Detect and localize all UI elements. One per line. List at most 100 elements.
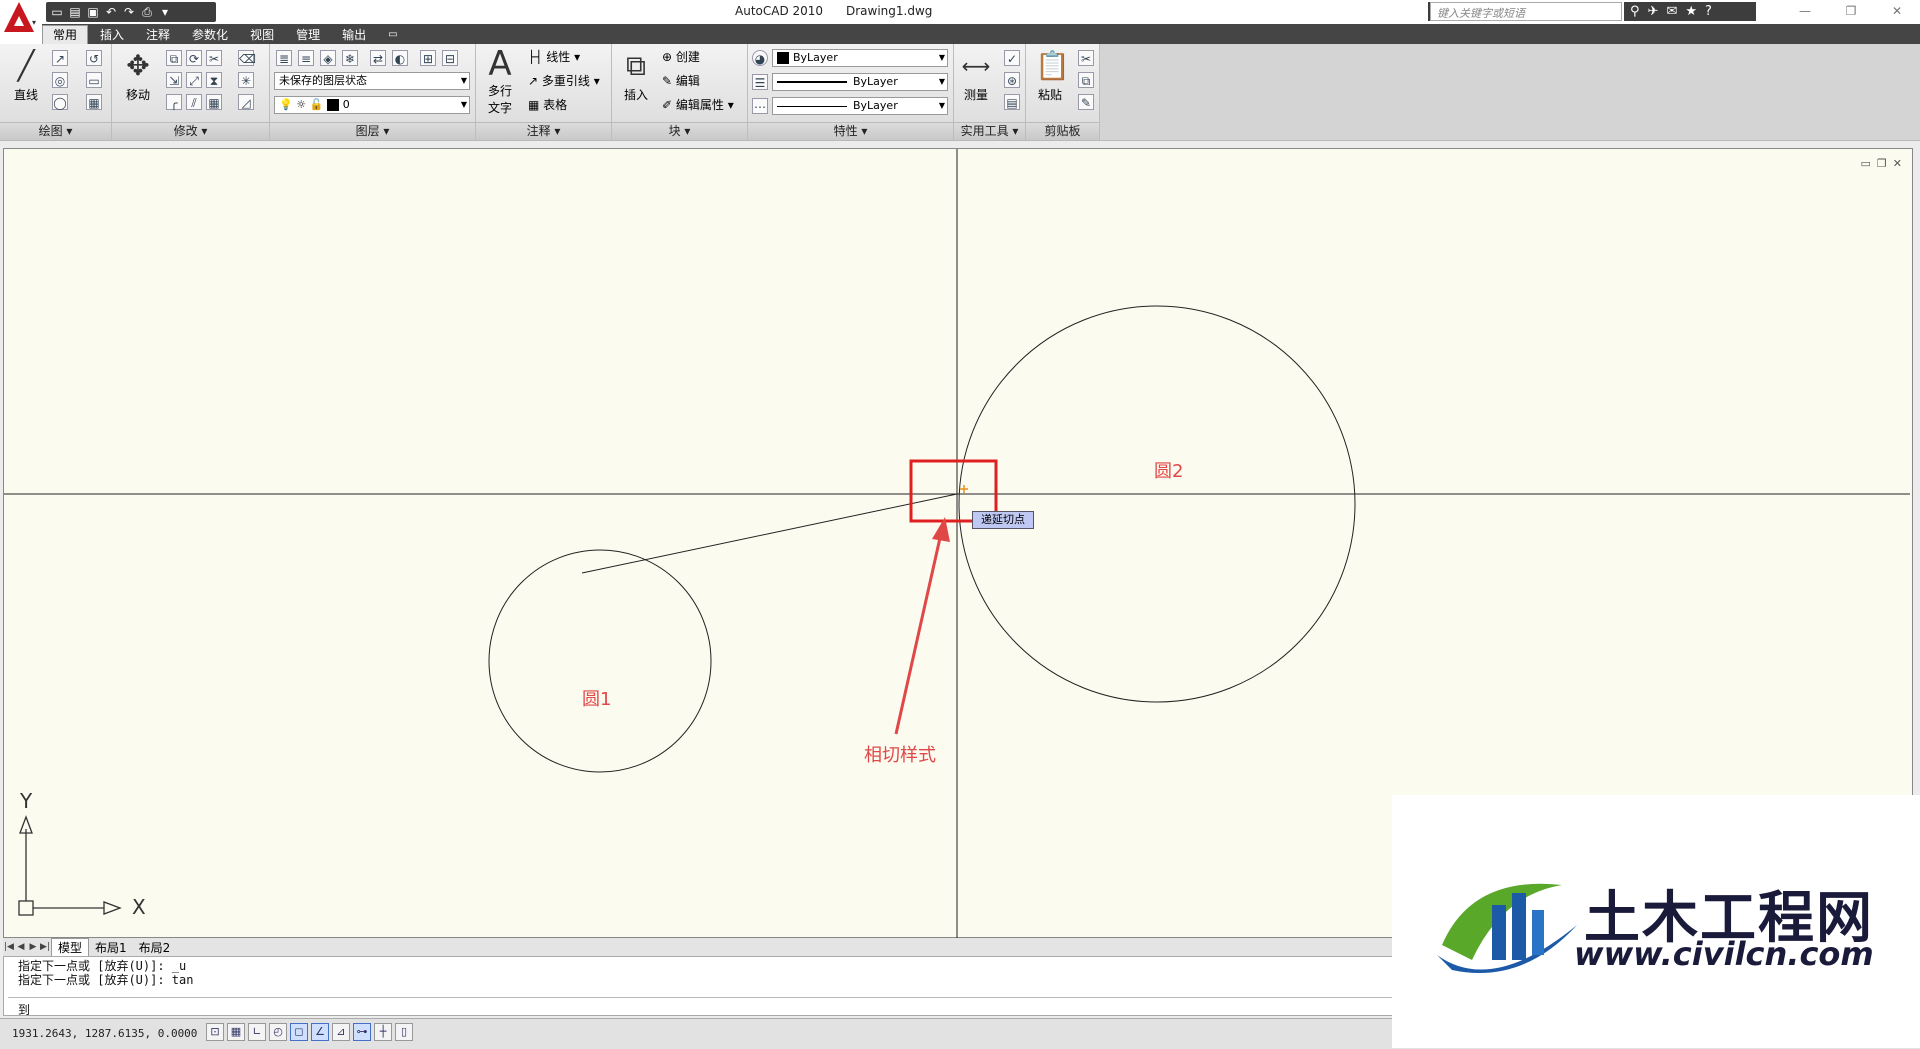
ortho-toggle-icon[interactable]: ∟ bbox=[248, 1023, 266, 1041]
layer-off-icon[interactable]: ◐ bbox=[392, 50, 408, 66]
color-combo[interactable]: ByLayer ▼ bbox=[772, 49, 948, 67]
quick-select-icon[interactable]: ✓ bbox=[1004, 50, 1020, 66]
dyn-toggle-icon[interactable]: ⊶ bbox=[353, 1023, 371, 1041]
calculator-icon[interactable]: ▤ bbox=[1004, 94, 1020, 110]
scale-icon[interactable]: ⤢ bbox=[186, 72, 202, 88]
id-point-icon[interactable]: ⊛ bbox=[1004, 72, 1020, 88]
color-wheel-icon[interactable]: ◕ bbox=[752, 50, 768, 66]
insert-block-button[interactable]: ⧉ 插入 bbox=[616, 48, 656, 103]
linear-dim-button[interactable]: ├┤ 线性 ▾ bbox=[528, 48, 580, 66]
save-icon[interactable]: ▣ bbox=[86, 5, 100, 19]
help-icon[interactable]: ? bbox=[1705, 4, 1712, 19]
layer-properties-icon[interactable]: ≣ bbox=[276, 50, 292, 66]
tab-layout2[interactable]: 布局2 bbox=[133, 939, 177, 956]
copy-icon[interactable]: ⧉ bbox=[166, 50, 182, 66]
qp-toggle-icon[interactable]: ▯ bbox=[395, 1023, 413, 1041]
tab-output[interactable]: 输出 bbox=[332, 26, 376, 44]
linetype-combo[interactable]: ByLayer ▼ bbox=[772, 73, 948, 91]
first-layout-icon[interactable]: |◀ bbox=[3, 942, 15, 952]
print-icon[interactable]: ⎙ bbox=[140, 5, 154, 19]
panel-draw-title[interactable]: 绘图 ▾ bbox=[0, 122, 111, 140]
layer-walk-icon[interactable]: ⊟ bbox=[442, 50, 458, 66]
restore-icon[interactable]: ❐ bbox=[1828, 0, 1874, 22]
offset-icon[interactable]: ⫽ bbox=[186, 94, 202, 110]
mtext-tool-button[interactable]: A 多行 文字 bbox=[480, 46, 520, 116]
ellipse-icon[interactable]: ◯ bbox=[52, 94, 68, 110]
panel-block-title[interactable]: 块 ▾ bbox=[612, 122, 747, 140]
panel-utilities-title[interactable]: 实用工具 ▾ bbox=[954, 122, 1025, 140]
viewport-minimize-icon[interactable]: ▭ bbox=[1861, 157, 1871, 170]
prev-layout-icon[interactable]: ◀ bbox=[15, 942, 27, 952]
stretch-icon[interactable]: ⇲ bbox=[166, 72, 182, 88]
circle-2[interactable] bbox=[958, 305, 1356, 703]
otrack-toggle-icon[interactable]: ∠ bbox=[311, 1023, 329, 1041]
next-layout-icon[interactable]: ▶ bbox=[27, 942, 39, 952]
fillet-icon[interactable]: ╭ bbox=[166, 94, 182, 110]
move-tool-button[interactable]: ✥ 移动 bbox=[118, 48, 158, 103]
lineweight-toggle-icon[interactable]: ┼ bbox=[374, 1023, 392, 1041]
tab-view[interactable]: 视图 bbox=[240, 26, 284, 44]
array-icon[interactable]: ▦ bbox=[206, 94, 222, 110]
grid-toggle-icon[interactable]: ▦ bbox=[227, 1023, 245, 1041]
layer-match-icon[interactable]: ⇄ bbox=[370, 50, 386, 66]
viewport-restore-icon[interactable]: ❐ bbox=[1877, 157, 1887, 170]
layer-states-icon[interactable]: ≡ bbox=[298, 50, 314, 66]
create-block-button[interactable]: ⊕ 创建 bbox=[662, 48, 700, 66]
command-input[interactable]: 到 bbox=[18, 1001, 30, 1018]
new-file-icon[interactable]: ▭ bbox=[50, 5, 64, 19]
lineweight-combo[interactable]: ByLayer ▼ bbox=[772, 97, 948, 115]
tab-parametric[interactable]: 参数化 bbox=[182, 26, 238, 44]
favorites-star-icon[interactable]: ★ bbox=[1685, 4, 1697, 19]
match-properties-icon[interactable]: ✎ bbox=[1078, 94, 1094, 110]
ribbon-minimize-icon[interactable]: ▭ bbox=[378, 26, 407, 44]
last-layout-icon[interactable]: ▶| bbox=[39, 942, 51, 952]
tab-home[interactable]: 常用 bbox=[42, 25, 89, 44]
mleader-button[interactable]: ↗ 多重引线 ▾ bbox=[528, 72, 600, 90]
lineweight-icon[interactable]: ⋯ bbox=[752, 98, 768, 114]
line-tool-button[interactable]: ╱ 直线 bbox=[6, 48, 46, 103]
linetype-icon[interactable]: ☰ bbox=[752, 74, 768, 90]
polar-toggle-icon[interactable]: ◴ bbox=[269, 1023, 287, 1041]
rotate-icon[interactable]: ⟳ bbox=[186, 50, 202, 66]
circle-1[interactable] bbox=[488, 549, 712, 773]
layer-combo[interactable]: 💡 ☼ 🔓 0 ▼ bbox=[274, 96, 470, 114]
communication-icon[interactable]: ✉ bbox=[1666, 4, 1677, 19]
edit-attributes-button[interactable]: ✐ 编辑属性 ▾ bbox=[662, 96, 734, 114]
ducs-toggle-icon[interactable]: ⊿ bbox=[332, 1023, 350, 1041]
application-menu-button[interactable]: ▾ bbox=[0, 0, 42, 46]
viewport-close-icon[interactable]: ✕ bbox=[1893, 157, 1902, 170]
tab-annotate[interactable]: 注释 bbox=[136, 26, 180, 44]
arc-icon[interactable]: ↺ bbox=[86, 50, 102, 66]
edit-block-button[interactable]: ✎ 编辑 bbox=[662, 72, 700, 90]
subscription-icon[interactable]: ✈ bbox=[1648, 4, 1659, 19]
circle-icon[interactable]: ◎ bbox=[52, 72, 68, 88]
tab-insert[interactable]: 插入 bbox=[90, 26, 134, 44]
erase-icon[interactable]: ⌫ bbox=[238, 50, 256, 66]
hatch-icon[interactable]: ▦ bbox=[86, 94, 102, 110]
panel-layers-title[interactable]: 图层 ▾ bbox=[270, 122, 475, 140]
panel-annotation-title[interactable]: 注释 ▾ bbox=[476, 122, 611, 140]
qat-dropdown-icon[interactable]: ▾ bbox=[158, 5, 172, 19]
rectangle-icon[interactable]: ▭ bbox=[86, 72, 102, 88]
panel-properties-title[interactable]: 特性 ▾ bbox=[748, 122, 953, 140]
table-button[interactable]: ▦ 表格 bbox=[528, 96, 567, 114]
layer-freeze-icon[interactable]: ❄ bbox=[342, 50, 358, 66]
tab-manage[interactable]: 管理 bbox=[286, 26, 330, 44]
layer-state-combo[interactable]: 未保存的图层状态 ▼ bbox=[274, 72, 470, 90]
tab-model[interactable]: 模型 bbox=[51, 938, 90, 956]
panel-modify-title[interactable]: 修改 ▾ bbox=[112, 122, 269, 140]
binoculars-icon[interactable]: ⚲ bbox=[1630, 4, 1640, 19]
close-icon[interactable]: ✕ bbox=[1874, 0, 1920, 22]
panel-clipboard-title[interactable]: 剪贴板 bbox=[1026, 122, 1099, 140]
measure-button[interactable]: ⟷ 测量 bbox=[956, 48, 996, 103]
trim-icon[interactable]: ✂ bbox=[206, 50, 222, 66]
redo-icon[interactable]: ↷ bbox=[122, 5, 136, 19]
snap-toggle-icon[interactable]: ⊡ bbox=[206, 1023, 224, 1041]
minimize-icon[interactable]: — bbox=[1782, 0, 1828, 22]
mirror-icon[interactable]: ⧗ bbox=[206, 72, 222, 88]
copy-clip-icon[interactable]: ⧉ bbox=[1078, 72, 1094, 88]
tab-layout1[interactable]: 布局1 bbox=[89, 939, 133, 956]
undo-icon[interactable]: ↶ bbox=[104, 5, 118, 19]
polyline-icon[interactable]: ↗ bbox=[52, 50, 68, 66]
paste-button[interactable]: 📋 粘贴 bbox=[1030, 48, 1070, 103]
